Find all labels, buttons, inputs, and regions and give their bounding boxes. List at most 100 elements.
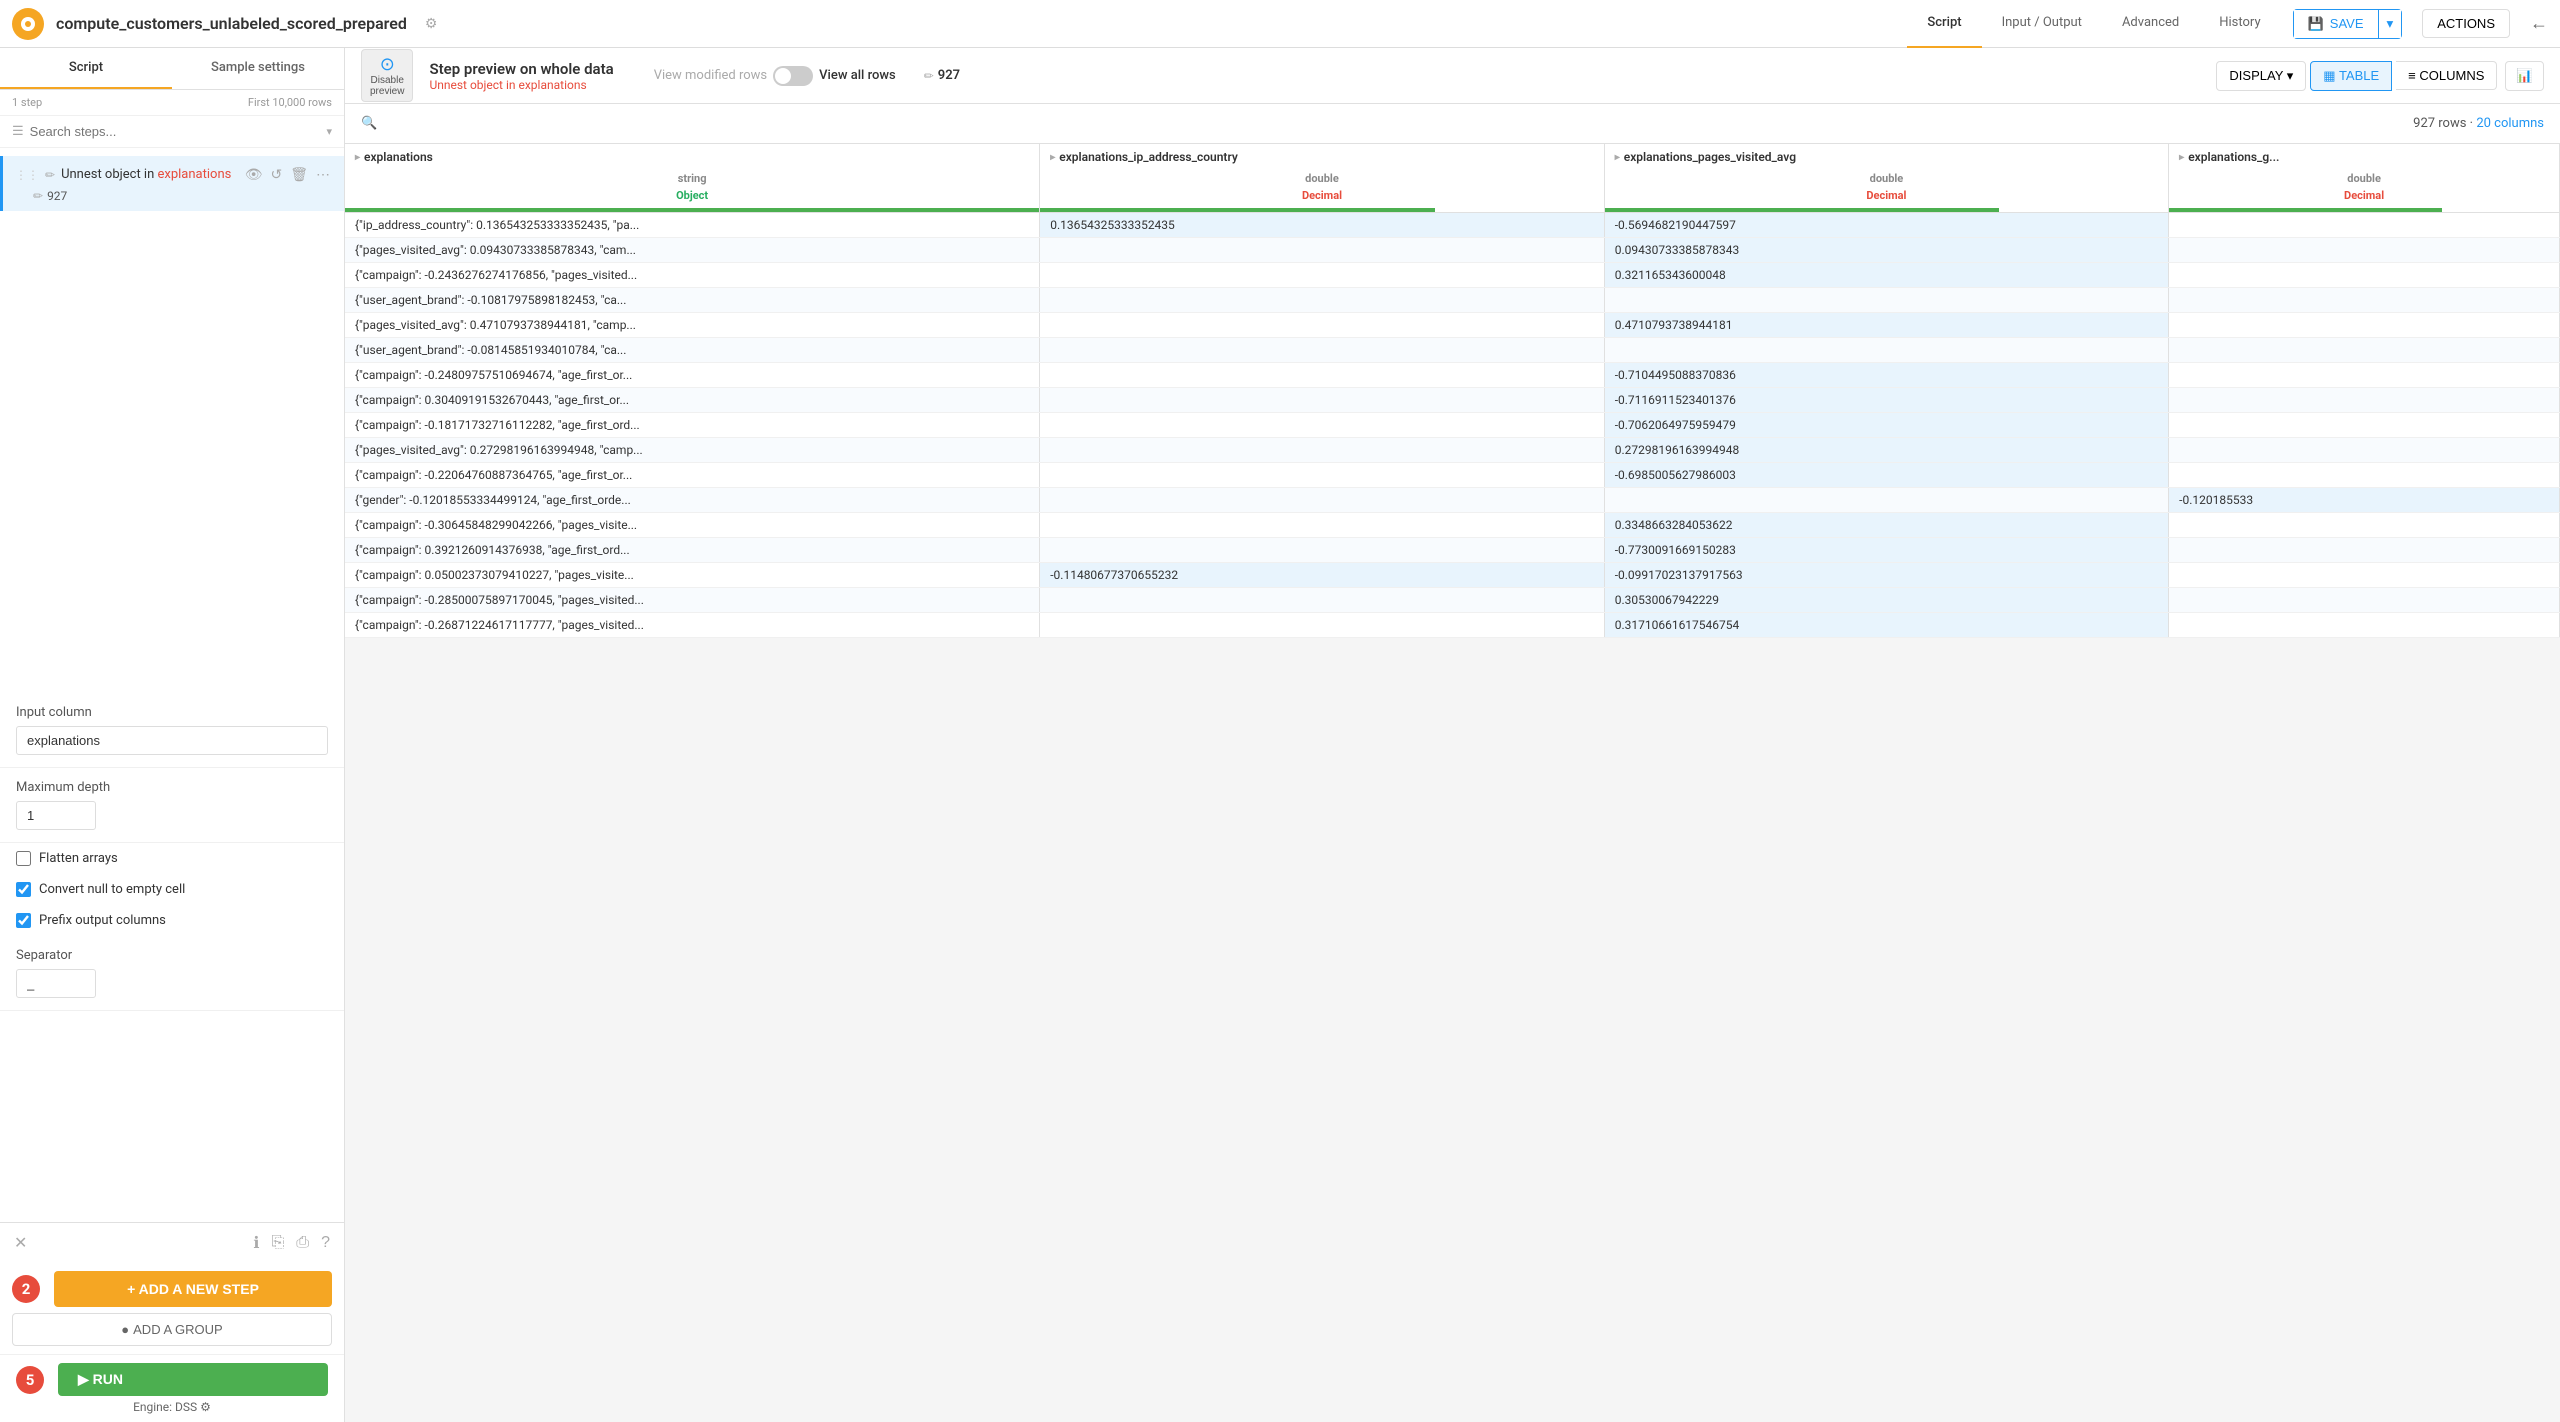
- back-button[interactable]: ←: [2530, 13, 2548, 34]
- rows-count: 927: [938, 68, 960, 83]
- copy-button[interactable]: ⎘: [269, 1232, 286, 1254]
- help-button[interactable]: ?: [319, 1232, 332, 1254]
- columns-link[interactable]: 20 columns: [2476, 116, 2544, 131]
- table-view-button[interactable]: ▦ TABLE: [2310, 61, 2392, 91]
- actions-button[interactable]: ACTIONS: [2422, 9, 2510, 38]
- chart-view-button[interactable]: 📊: [2505, 61, 2544, 91]
- main-layout: Script Sample settings 1 step First 10,0…: [0, 48, 2560, 1422]
- col-icon3: ▸: [1615, 152, 1620, 163]
- table-cell: [1040, 288, 1604, 313]
- table-cell: [1040, 413, 1604, 438]
- edit-icon[interactable]: ✏: [45, 168, 55, 182]
- input-column-label: Input column: [16, 705, 328, 720]
- view-modified-group: View modified rows View all rows: [654, 66, 896, 86]
- convert-null-label: Convert null to empty cell: [39, 882, 185, 897]
- add-step-button[interactable]: + ADD A NEW STEP: [54, 1271, 332, 1307]
- view-all-label: View all rows: [819, 68, 896, 83]
- max-depth-label: Maximum depth: [16, 780, 328, 795]
- info-button[interactable]: ℹ: [251, 1231, 261, 1255]
- table-cell: {"ip_address_country": 0.136543253333352…: [345, 213, 1040, 238]
- rows-count-display: ✏ 927: [924, 68, 960, 83]
- tab-history[interactable]: History: [2199, 0, 2280, 48]
- save-dropdown-button[interactable]: ▾: [2378, 10, 2402, 38]
- run-footer: 5 ▶ RUN Engine: DSS ⚙: [0, 1354, 344, 1422]
- step-refresh-button[interactable]: ↺: [268, 164, 284, 185]
- separator-field[interactable]: [16, 969, 96, 998]
- table-cell: [1040, 488, 1604, 513]
- columns-view-button[interactable]: ≡ COLUMNS: [2396, 61, 2497, 90]
- eye-icon: ⊙: [380, 54, 395, 75]
- tab-input-output[interactable]: Input / Output: [1982, 0, 2102, 48]
- search-steps-input[interactable]: [30, 124, 321, 139]
- sidebar: Script Sample settings 1 step First 10,0…: [0, 48, 345, 1422]
- run-button[interactable]: ▶ RUN: [58, 1363, 328, 1396]
- convert-null-checkbox[interactable]: [16, 882, 31, 897]
- col-header-explanations: ▸explanations string Object: [345, 144, 1040, 213]
- close-step-button[interactable]: ✕: [12, 1231, 29, 1255]
- add-group-button[interactable]: ● ADD A GROUP: [12, 1313, 332, 1346]
- flatten-arrays-checkbox[interactable]: [16, 851, 31, 866]
- search-steps-bar: ☰ ▾: [0, 116, 344, 148]
- step-actions: 👁 ↺ 🗑 ⋯: [243, 164, 332, 185]
- disable-preview-button[interactable]: ⊙ Disablepreview: [361, 49, 413, 102]
- tab-script[interactable]: Script: [1907, 0, 1981, 48]
- table-cell: [2169, 438, 2560, 463]
- flatten-arrays-label: Flatten arrays: [39, 851, 118, 866]
- table-cell: {"campaign": -0.28500075897170045, "page…: [345, 588, 1040, 613]
- step-more-button[interactable]: ⋯: [314, 164, 332, 185]
- sidebar-sub-info: 1 step First 10,000 rows: [0, 90, 344, 116]
- table-row: {"campaign": 0.30409191532670443, "age_f…: [345, 388, 2560, 413]
- preview-title: Step preview on whole data: [429, 60, 613, 78]
- table-cell: [2169, 588, 2560, 613]
- content-area: ⊙ Disablepreview Step preview on whole d…: [345, 48, 2560, 1422]
- table-container: ▸explanations string Object ▸explanation…: [345, 144, 2560, 1422]
- sidebar-tab-sample[interactable]: Sample settings: [172, 48, 344, 89]
- stats-text: 927 rows · 20 columns: [2413, 116, 2544, 131]
- step-header: ⋮⋮ ✏ Unnest object in explanations 👁 ↺ 🗑…: [15, 164, 332, 185]
- step-delete-button[interactable]: 🗑: [288, 164, 310, 185]
- step-row-count: 927: [47, 189, 67, 203]
- table-cell: {"campaign": -0.18171732716112282, "age_…: [345, 413, 1040, 438]
- table-cell: 0.30530067942229: [1604, 588, 2168, 613]
- table-cell: {"campaign": 0.05002373079410227, "pages…: [345, 563, 1040, 588]
- preview-title-group: Step preview on whole data Unnest object…: [429, 60, 613, 92]
- table-cell: {"gender": -0.12018553334499124, "age_fi…: [345, 488, 1040, 513]
- toolbar-row: 🔍 927 rows · 20 columns: [345, 104, 2560, 144]
- table-cell: [2169, 613, 2560, 638]
- table-cell: [1040, 588, 1604, 613]
- view-modified-label: View modified rows: [654, 68, 767, 83]
- table-cell: [1604, 488, 2168, 513]
- input-column-section: Input column: [0, 693, 344, 768]
- table-cell: {"campaign": 0.30409191532670443, "age_f…: [345, 388, 1040, 413]
- settings-icon[interactable]: ⚙: [425, 16, 438, 32]
- prefix-output-checkbox[interactable]: [16, 913, 31, 928]
- max-depth-field[interactable]: [16, 801, 96, 830]
- step-controls: ✕ ℹ ⎘ ⎙ ?: [0, 1222, 344, 1263]
- save-icon: 💾: [2308, 16, 2324, 32]
- disable-preview-label: Disablepreview: [370, 75, 404, 97]
- table-cell: [1040, 313, 1604, 338]
- separator-section: Separator: [0, 936, 344, 1011]
- search-icon: ☰: [12, 124, 24, 139]
- table-cell: {"campaign": 0.3921260914376938, "age_fi…: [345, 538, 1040, 563]
- preview-header: ⊙ Disablepreview Step preview on whole d…: [345, 48, 2560, 104]
- input-column-field[interactable]: [16, 726, 328, 755]
- table-cell: [1604, 338, 2168, 363]
- save-button[interactable]: 💾 SAVE: [2294, 10, 2378, 38]
- table-cell: [2169, 513, 2560, 538]
- table-header-row: ▸explanations string Object ▸explanation…: [345, 144, 2560, 213]
- col-icon4: ▸: [2179, 152, 2184, 163]
- sidebar-tab-script[interactable]: Script: [0, 48, 172, 89]
- paste-button[interactable]: ⎙: [294, 1232, 311, 1254]
- top-header: compute_customers_unlabeled_scored_prepa…: [0, 0, 2560, 48]
- drag-handle-icon[interactable]: ⋮⋮: [15, 168, 39, 182]
- table-cell: [1604, 288, 2168, 313]
- prefix-output-label: Prefix output columns: [39, 913, 166, 928]
- display-button[interactable]: DISPLAY ▾: [2216, 61, 2306, 91]
- table-cell: {"user_agent_brand": -0.0814585193401078…: [345, 338, 1040, 363]
- engine-text: Engine: DSS ⚙: [133, 1400, 211, 1414]
- tab-advanced[interactable]: Advanced: [2102, 0, 2199, 48]
- view-modified-toggle[interactable]: [773, 66, 813, 86]
- step-eye-button[interactable]: 👁: [243, 164, 265, 185]
- header-tabs: Script Input / Output Advanced History: [1907, 0, 2280, 48]
